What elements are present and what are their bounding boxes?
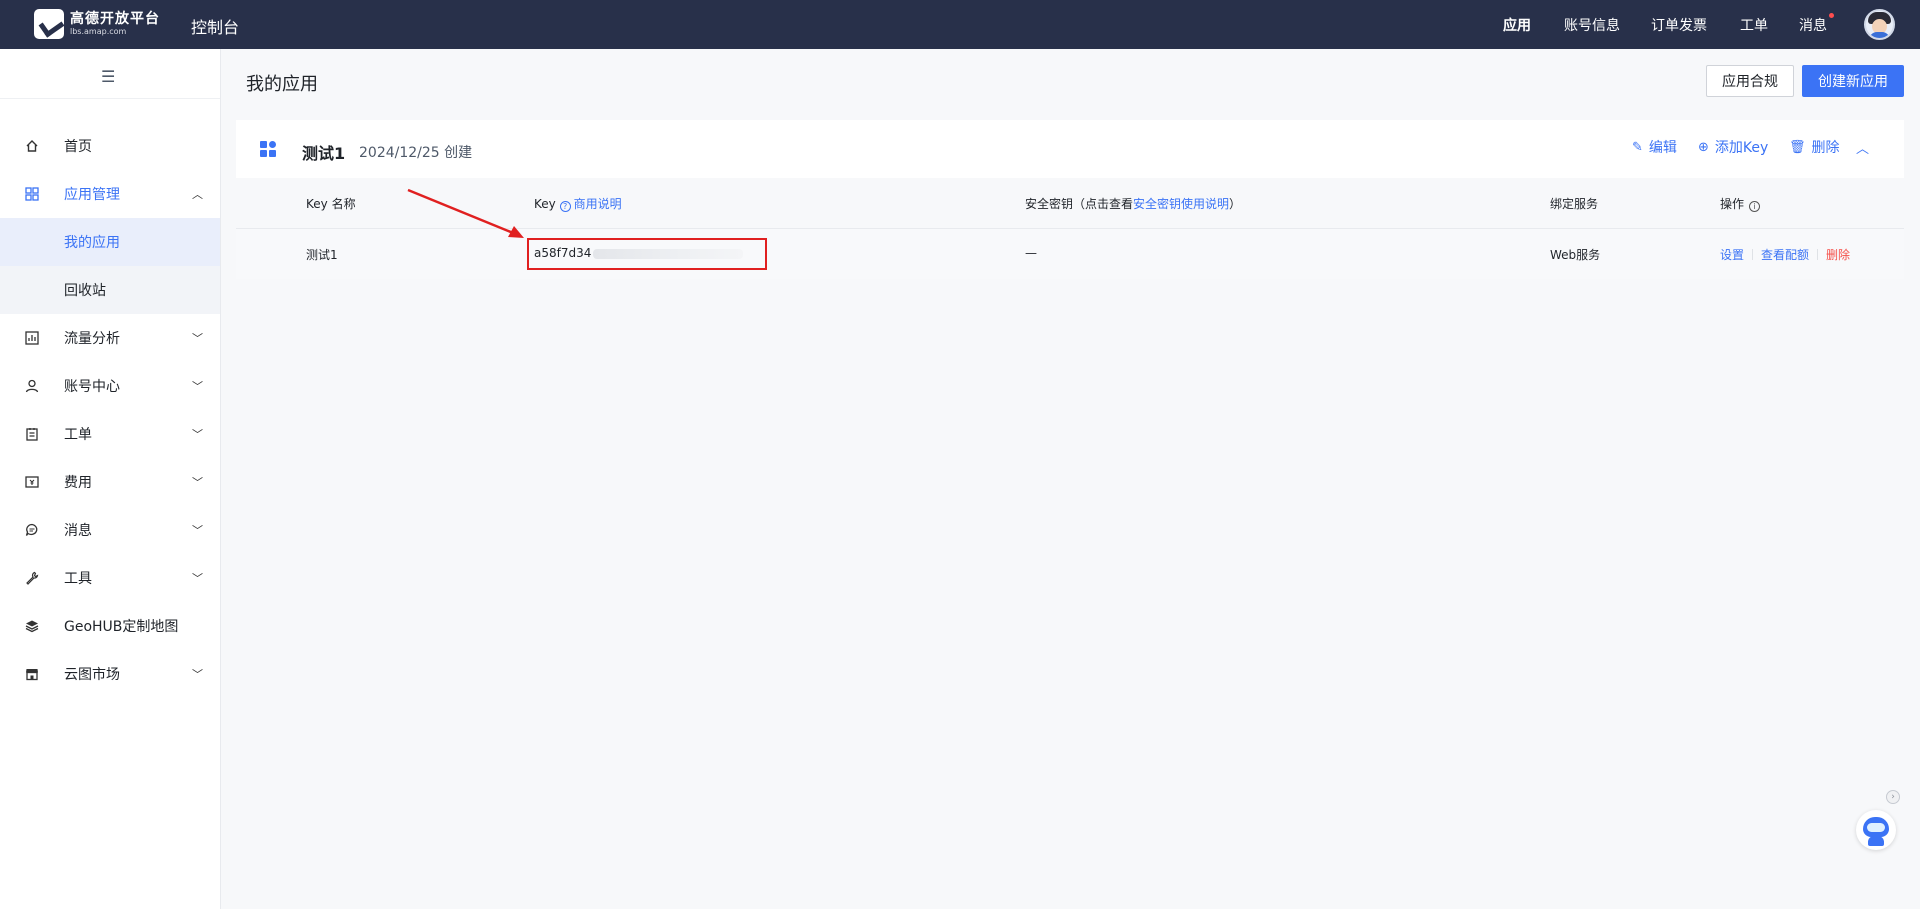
amap-logo[interactable]: 高德开放平台 lbs.amap.com (34, 8, 160, 40)
chevron-down-icon: ﹀ (192, 524, 203, 537)
col-operations: 操作 i (1720, 195, 1761, 212)
row-bound-service: Web服务 (1550, 248, 1601, 262)
plus-circle-icon: ⊕ (1698, 139, 1709, 155)
sidebar-item-home[interactable]: 首页 (0, 122, 220, 170)
logo-subtitle: lbs.amap.com (70, 27, 127, 36)
close-helper-icon[interactable]: › (1886, 790, 1900, 804)
annotation-arrow (407, 188, 524, 238)
customer-service-robot-icon[interactable] (1856, 810, 1896, 850)
chevron-down-icon: ﹀ (192, 380, 203, 393)
sidebar-item-my-apps[interactable]: 我的应用 (0, 218, 220, 266)
delete-app-button[interactable]: 🗑 删除 (1789, 137, 1840, 157)
sidebar-item-tickets[interactable]: 工单 ﹀ (0, 410, 220, 458)
settings-link[interactable]: 设置 (1720, 248, 1744, 262)
message-icon (24, 522, 40, 538)
row-operations: 设置 查看配额 删除 (1720, 246, 1850, 263)
nav-orders-invoices[interactable]: 订单发票 (1651, 15, 1707, 35)
store-icon (24, 666, 40, 682)
trash-icon: 🗑 (1789, 139, 1806, 155)
ticket-icon (24, 426, 40, 442)
nav-tickets[interactable]: 工单 (1740, 15, 1768, 35)
col-key: Key ? 商用说明 (534, 197, 622, 212)
sidebar-item-tools[interactable]: 工具 ﹀ (0, 554, 220, 602)
chart-icon (24, 330, 40, 346)
app-created-date: 2024/12/25 创建 (359, 145, 473, 161)
sidebar-item-geohub[interactable]: GeoHUB定制地图 (0, 602, 220, 650)
create-app-button[interactable]: 创建新应用 (1802, 65, 1904, 97)
sidebar-item-fees[interactable]: 费用 ﹀ (0, 458, 220, 506)
nav-messages[interactable]: 消息 (1799, 15, 1827, 35)
page-title: 我的应用 (246, 74, 318, 95)
app-name: 测试1 (302, 144, 346, 163)
logo-title: 高德开放平台 (70, 11, 160, 27)
annotation-highlight-box (527, 238, 767, 270)
delete-key-link[interactable]: 删除 (1826, 248, 1850, 262)
edit-app-button[interactable]: ✎ 编辑 (1632, 137, 1677, 157)
sidebar-item-traffic-analysis[interactable]: 流量分析 ﹀ (0, 314, 220, 362)
wrench-icon (24, 570, 40, 586)
unread-dot (1829, 13, 1834, 18)
row-secret: — (1025, 246, 1037, 260)
view-quota-link[interactable]: 查看配额 (1761, 248, 1809, 262)
chevron-down-icon: ﹀ (192, 476, 203, 489)
col-secret: 安全密钥（点击查看安全密钥使用说明） (1025, 197, 1242, 211)
chevron-down-icon: ﹀ (192, 572, 203, 585)
secret-usage-link[interactable]: 安全密钥使用说明 (1133, 197, 1229, 211)
commercial-help-link[interactable]: ? 商用说明 (559, 197, 622, 212)
sidebar: ☰ 首页 应用管理 ︿ 我的应用 回收站 流量分析 ﹀ 账号中心 ﹀ 工单 ﹀ … (0, 49, 221, 909)
console-title[interactable]: 控制台 (191, 14, 239, 38)
sidebar-item-cloud-market[interactable]: 云图市场 ﹀ (0, 650, 220, 698)
nav-apps[interactable]: 应用 (1503, 15, 1531, 35)
layers-icon (24, 618, 40, 634)
top-navbar: 高德开放平台 lbs.amap.com 控制台 应用 账号信息 订单发票 工单 … (0, 0, 1920, 49)
chevron-up-icon: ︿ (192, 188, 203, 201)
nav-account-info[interactable]: 账号信息 (1564, 15, 1620, 35)
col-bound-service: 绑定服务 (1550, 197, 1599, 211)
add-key-button[interactable]: ⊕ 添加Key (1698, 137, 1768, 157)
user-avatar[interactable] (1864, 9, 1895, 40)
col-key-name: Key 名称 (306, 197, 356, 211)
chevron-down-icon: ﹀ (192, 668, 203, 681)
collapse-chevron-icon[interactable]: ︿ (1856, 138, 1869, 157)
home-icon (24, 138, 40, 154)
app-compliance-button[interactable]: 应用合规 (1706, 65, 1794, 97)
money-icon (24, 474, 40, 490)
app-card-header: 测试1 2024/12/25 创建 ✎ 编辑 ⊕ 添加Key 🗑 删除 ︿ (236, 120, 1904, 178)
chevron-down-icon: ﹀ (192, 332, 203, 345)
menu-toggle-icon[interactable]: ☰ (101, 67, 115, 86)
amap-logo-icon (34, 9, 64, 39)
sidebar-item-messages[interactable]: 消息 ﹀ (0, 506, 220, 554)
app-grid-icon (260, 141, 276, 157)
sidebar-item-recycle-bin[interactable]: 回收站 (0, 266, 220, 314)
info-icon[interactable]: i (1749, 201, 1761, 212)
sidebar-item-account-center[interactable]: 账号中心 ﹀ (0, 362, 220, 410)
row-key-name: 测试1 (306, 248, 338, 262)
edit-icon: ✎ (1632, 139, 1643, 155)
question-icon: ? (559, 201, 571, 212)
sidebar-item-app-management[interactable]: 应用管理 ︿ (0, 170, 220, 218)
user-icon (24, 378, 40, 394)
apps-icon (24, 186, 40, 202)
chevron-down-icon: ﹀ (192, 428, 203, 441)
